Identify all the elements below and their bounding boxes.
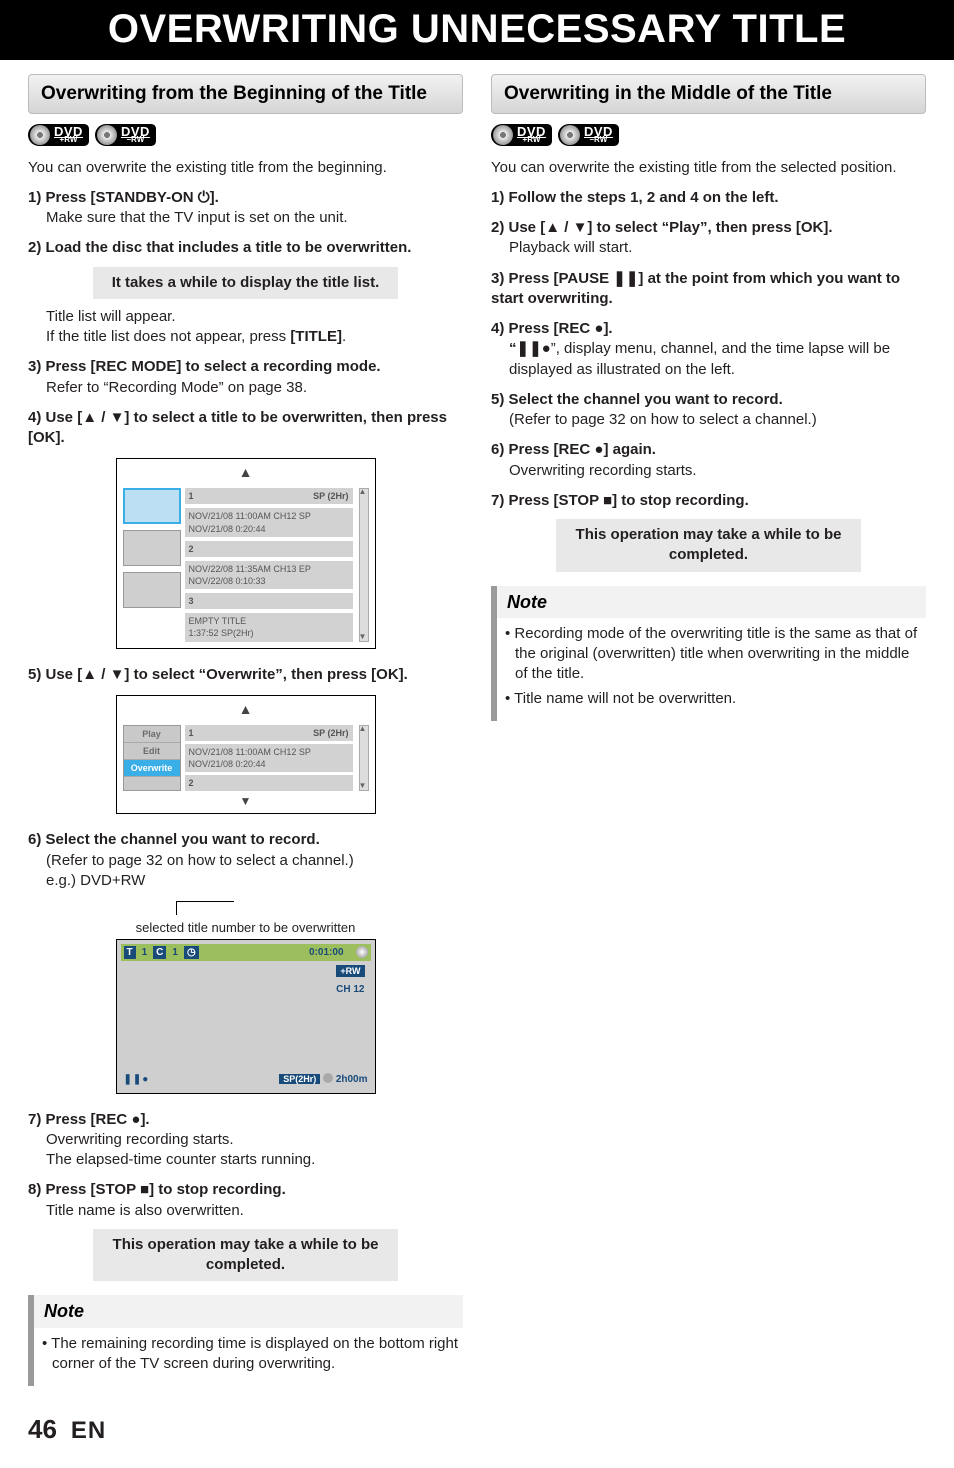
page-title: OVERWRITING UNNECESSARY TITLE <box>0 0 954 60</box>
up-icon: ▲ <box>545 219 560 236</box>
note-left: Note The remaining recording time is dis… <box>28 1295 463 1386</box>
step-l5: 5) Use [▲ / ▼] to select “Overwrite”, th… <box>28 665 463 685</box>
up-icon: ▲ <box>239 701 253 717</box>
section-title-left: Overwriting from the Beginning of the Ti… <box>28 74 463 114</box>
page-footer: 46 EN <box>28 1412 926 1447</box>
col-left: Overwriting from the Beginning of the Ti… <box>28 74 463 1386</box>
disc-icon <box>356 946 368 958</box>
callout-wait-right: This operation may take a while to be co… <box>556 519 861 572</box>
callout-load: It takes a while to display the title li… <box>93 267 398 299</box>
down-icon: ▼ <box>240 794 252 808</box>
columns: Overwriting from the Beginning of the Ti… <box>28 74 926 1386</box>
disc-badges-left: DVD+RW DVD–RW <box>28 124 463 146</box>
thumb-2 <box>123 530 181 566</box>
step-r3: 3) Press [PAUSE ❚❚] at the point from wh… <box>491 269 926 310</box>
disc-icon <box>30 125 50 145</box>
figure-title-list: ▲ 1SP (2Hr) NOV/21/08 11:00AM CH12 SPNOV… <box>28 458 463 648</box>
badge-dvd-minus-rw: DVD–RW <box>558 124 619 146</box>
clock-icon: ◷ <box>184 946 199 960</box>
context-menu: Play Edit Overwrite <box>123 725 181 792</box>
down-icon: ▼ <box>573 219 588 236</box>
power-icon: ⏻ <box>198 189 210 206</box>
step-l4: 4) Use [▲ / ▼] to select a title to be o… <box>28 408 463 449</box>
up-icon: ▲ <box>239 464 253 480</box>
pause-rec-icon: ❚❚● <box>517 340 551 357</box>
step-l8: 8) Press [STOP ■] to stop recording. Tit… <box>28 1180 463 1281</box>
step-l3: 3) Press [REC MODE] to select a recordin… <box>28 357 463 398</box>
pause-icon: ❚❚ <box>613 270 638 287</box>
callout-wait-left: This operation may take a while to be co… <box>93 1229 398 1282</box>
disc-badges-right: DVD+RW DVD–RW <box>491 124 926 146</box>
disc-icon <box>97 125 117 145</box>
step-l2: 2) Load the disc that includes a title t… <box>28 238 463 347</box>
step-r6: 6) Press [REC ●] again. Overwriting reco… <box>491 440 926 481</box>
stop-icon: ■ <box>603 492 612 509</box>
up-icon: ▲ <box>82 409 97 426</box>
badge-dvd-plus-rw: DVD+RW <box>491 124 552 146</box>
note-right: Note Recording mode of the overwriting t… <box>491 586 926 721</box>
thumb-3 <box>123 572 181 608</box>
up-icon: ▲ <box>82 666 97 683</box>
scrollbar <box>359 725 369 792</box>
pause-rec-icon: ❚❚● <box>124 1074 150 1085</box>
step-r4: 4) Press [REC ●]. “❚❚●”, display menu, c… <box>491 319 926 380</box>
stop-icon: ■ <box>140 1181 149 1198</box>
scrollbar <box>359 488 369 641</box>
step-r7: 7) Press [STOP ■] to stop recording. Thi… <box>491 491 926 572</box>
step-r5: 5) Select the channel you want to record… <box>491 390 926 431</box>
disc-icon <box>493 125 513 145</box>
down-icon: ▼ <box>110 666 125 683</box>
step-r1: 1) Follow the steps 1, 2 and 4 on the le… <box>491 188 926 208</box>
col-right: Overwriting in the Middle of the Title D… <box>491 74 926 1386</box>
step-r2: 2) Use [▲ / ▼] to select “Play”, then pr… <box>491 218 926 259</box>
figure-tv-screen: selected title number to be overwritten … <box>28 901 463 1094</box>
intro-right: You can overwrite the existing title fro… <box>491 158 926 178</box>
down-icon: ▼ <box>110 409 125 426</box>
moon-icon <box>323 1073 333 1083</box>
badge-dvd-minus-rw: DVD–RW <box>95 124 156 146</box>
intro-left: You can overwrite the existing title fro… <box>28 158 463 178</box>
figure-overwrite-menu: ▲ Play Edit Overwrite 1SP (2Hr) NOV/21/0… <box>28 695 463 815</box>
step-l7: 7) Press [REC ●]. Overwriting recording … <box>28 1110 463 1171</box>
badge-dvd-plus-rw: DVD+RW <box>28 124 89 146</box>
section-title-right: Overwriting in the Middle of the Title <box>491 74 926 114</box>
step-l6: 6) Select the channel you want to record… <box>28 830 463 891</box>
step-l1: 1) Press [STANDBY-ON ⏻]. Make sure that … <box>28 188 463 229</box>
thumb-1 <box>123 488 181 524</box>
disc-icon <box>560 125 580 145</box>
